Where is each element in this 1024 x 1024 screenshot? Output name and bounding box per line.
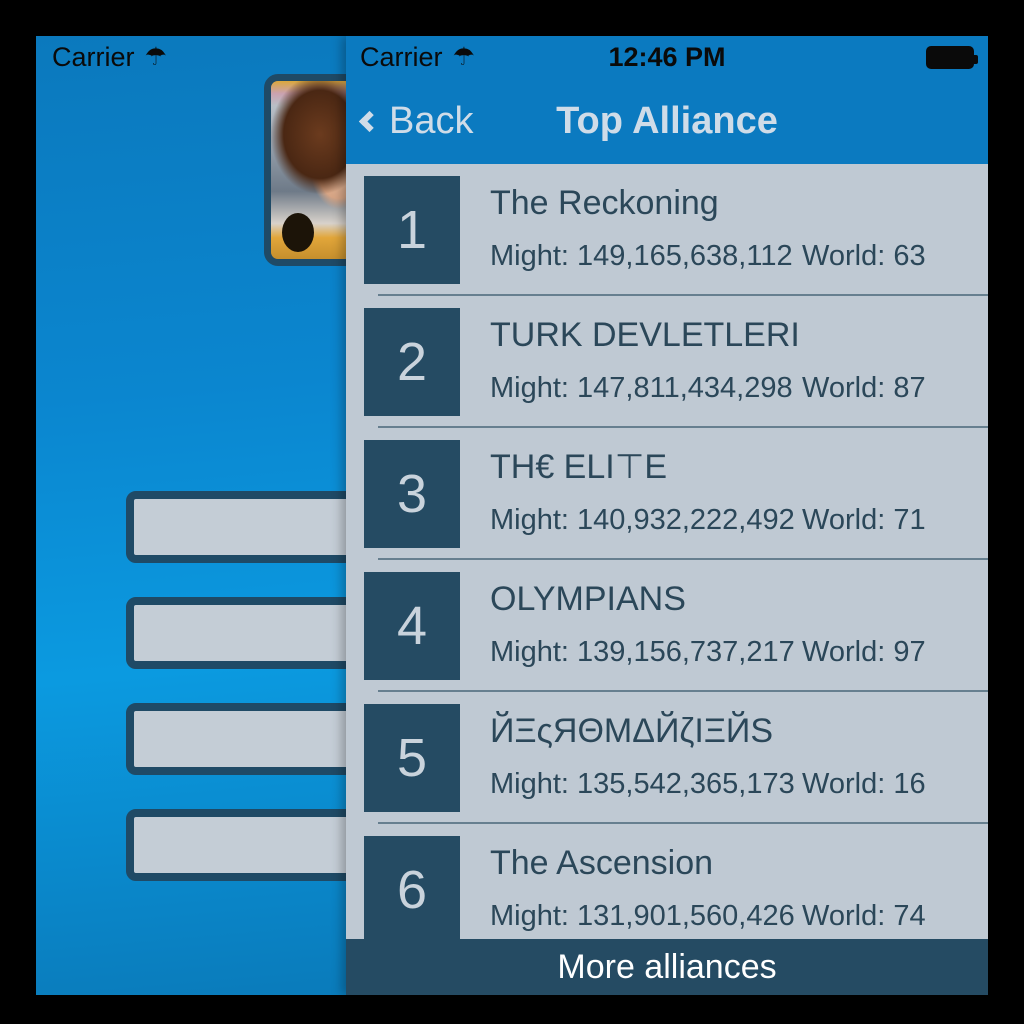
chevron-left-icon	[358, 110, 381, 132]
wifi-icon: ☂	[452, 42, 475, 71]
rank-badge: 5	[364, 704, 460, 812]
world-value: World: 71	[802, 504, 926, 536]
rank-badge: 6	[364, 836, 460, 944]
table-row[interactable]: 4 OLYMPIANS Might: 139,156,737,217 World…	[346, 560, 988, 692]
row-stats: Might: 135,542,365,173 World: 16	[490, 768, 988, 801]
rank-badge: 4	[364, 572, 460, 680]
back-button[interactable]: Back	[358, 99, 474, 143]
row-content: ЙΞςЯΘMΔЙζIΞЙS Might: 135,542,365,173 Wor…	[460, 704, 988, 801]
might-value: Might: 147,811,434,298	[490, 372, 793, 404]
world-value: World: 87	[802, 372, 926, 404]
row-stats: Might: 147,811,434,298 World: 87	[490, 372, 988, 405]
more-alliances-label: More alliances	[557, 947, 777, 986]
table-row[interactable]: 3 TH€ ELI⊤E Might: 140,932,222,492 World…	[346, 428, 988, 560]
top-alliance-screen: Carrier ☂ 12:46 PM Back Top Alliance 1 T…	[346, 36, 988, 995]
alliance-name: The Ascension	[490, 844, 714, 882]
might-value: Might: 140,932,222,492	[490, 504, 795, 536]
row-stats: Might: 149,165,638,112 World: 63	[490, 240, 988, 273]
might-value: Might: 149,165,638,112	[490, 240, 793, 272]
table-row[interactable]: 1 The Reckoning Might: 149,165,638,112 W…	[346, 164, 988, 296]
back-button-label: Back	[389, 99, 474, 142]
row-content: The Ascension Might: 131,901,560,426 Wor…	[460, 836, 988, 933]
row-stats: Might: 131,901,560,426 World: 74	[490, 900, 988, 933]
table-row[interactable]: 2 TURK DEVLETLERI Might: 147,811,434,298…	[346, 296, 988, 428]
might-value: Might: 139,156,737,217	[490, 636, 795, 668]
navigation-bar: Back Top Alliance	[346, 78, 988, 164]
might-value: Might: 135,542,365,173	[490, 768, 795, 800]
alliance-name: ЙΞςЯΘMΔЙζIΞЙS	[490, 712, 774, 750]
alliance-name: TH€ ELI⊤E	[490, 448, 668, 486]
rank-badge: 3	[364, 440, 460, 548]
row-content: OLYMPIANS Might: 139,156,737,217 World: …	[460, 572, 988, 669]
alliance-list[interactable]: 1 The Reckoning Might: 149,165,638,112 W…	[346, 164, 988, 995]
table-row[interactable]: 6 The Ascension Might: 131,901,560,426 W…	[346, 824, 988, 956]
screenshot-root: Carrier ☂ 12:4 KoM Fin Find Inf Top P To…	[0, 0, 1024, 1024]
row-stats: Might: 140,932,222,492 World: 71	[490, 504, 988, 537]
might-value: Might: 131,901,560,426	[490, 900, 795, 932]
avatar-badge-icon	[282, 212, 315, 252]
row-content: TURK DEVLETLERI Might: 147,811,434,298 W…	[460, 308, 988, 405]
world-value: World: 63	[802, 240, 926, 272]
alliance-name: The Reckoning	[490, 184, 719, 222]
carrier-group: Carrier ☂	[360, 42, 475, 73]
row-content: The Reckoning Might: 149,165,638,112 Wor…	[460, 176, 988, 273]
row-content: TH€ ELI⊤E Might: 140,932,222,492 World: …	[460, 440, 988, 537]
battery-full-icon	[926, 45, 978, 69]
alliance-name: OLYMPIANS	[490, 580, 686, 618]
alliance-name: TURK DEVLETLERI	[490, 316, 800, 354]
table-row[interactable]: 5 ЙΞςЯΘMΔЙζIΞЙS Might: 135,542,365,173 W…	[346, 692, 988, 824]
world-value: World: 97	[802, 636, 926, 668]
carrier-label: Carrier	[360, 41, 443, 72]
rank-badge: 2	[364, 308, 460, 416]
status-bar: Carrier ☂ 12:46 PM	[346, 36, 988, 78]
more-alliances-button[interactable]: More alliances	[346, 939, 988, 995]
world-value: World: 74	[802, 900, 926, 932]
world-value: World: 16	[802, 768, 926, 800]
row-stats: Might: 139,156,737,217 World: 97	[490, 636, 988, 669]
rank-badge: 1	[364, 176, 460, 284]
